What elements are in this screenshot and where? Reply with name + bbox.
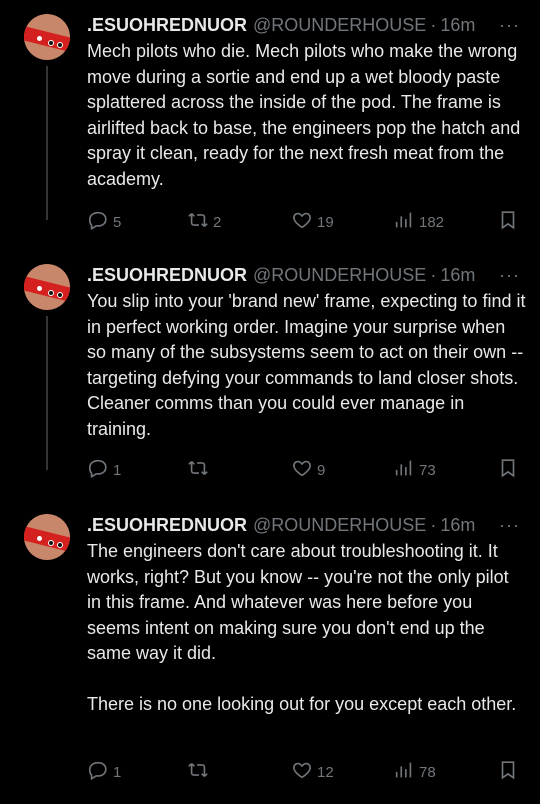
tweet[interactable]: .ESUOHREDNUOR @ROUNDERHOUSE · 16m ··· Yo… [0,264,540,500]
retweet-icon [187,759,209,785]
views-icon [393,759,415,785]
tweet-actions: 1 12 78 [87,761,527,783]
views-button[interactable]: 78 [393,761,436,783]
tweet-body: .ESUOHREDNUOR @ROUNDERHOUSE · 16m ··· Me… [87,14,526,192]
views-icon [393,457,415,483]
tweet-header: .ESUOHREDNUOR @ROUNDERHOUSE · 16m ··· [87,14,526,36]
timestamp[interactable]: 16m [440,14,475,36]
bookmark-icon [497,759,519,785]
tweet[interactable]: .ESUOHREDNUOR @ROUNDERHOUSE · 16m ··· Me… [0,14,540,250]
like-count: 19 [317,213,334,231]
display-name[interactable]: .ESUOHREDNUOR [87,14,247,36]
retweet-count: 2 [213,213,222,231]
reply-icon [87,457,109,483]
separator-dot: · [430,15,437,35]
views-button[interactable]: 182 [393,211,444,233]
retweet-icon [187,209,209,235]
bookmark-button[interactable] [497,211,519,233]
reply-count: 5 [113,213,122,231]
tweet-body: .ESUOHREDNUOR @ROUNDERHOUSE · 16m ··· Th… [87,514,526,718]
separator-dot: · [430,265,437,285]
tweet-text: The engineers don't care about troublesh… [87,541,517,714]
like-icon [291,759,313,785]
user-handle[interactable]: @ROUNDERHOUSE [253,264,426,286]
reply-button[interactable]: 5 [87,211,121,233]
like-count: 12 [317,763,334,781]
bookmark-icon [497,457,519,483]
tweet-actions: 1 9 73 [87,459,527,481]
user-handle[interactable]: @ROUNDERHOUSE [253,14,426,36]
timestamp[interactable]: 16m [440,514,475,536]
bookmark-button[interactable] [497,761,519,783]
thread: .ESUOHREDNUOR @ROUNDERHOUSE · 16m ··· Me… [0,0,540,804]
like-count: 9 [317,461,326,479]
tweet-header: .ESUOHREDNUOR @ROUNDERHOUSE · 16m ··· [87,264,526,286]
like-button[interactable]: 9 [291,459,325,481]
reply-count: 1 [113,763,122,781]
like-button[interactable]: 12 [291,761,334,783]
tweet-actions: 5 2 19 182 [87,211,527,233]
more-icon[interactable]: ··· [499,14,520,36]
user-handle[interactable]: @ROUNDERHOUSE [253,514,426,536]
avatar[interactable] [24,514,70,560]
reply-button[interactable]: 1 [87,761,121,783]
reply-icon [87,209,109,235]
timestamp[interactable]: 16m [440,264,475,286]
tweet-body: .ESUOHREDNUOR @ROUNDERHOUSE · 16m ··· Yo… [87,264,526,442]
more-icon[interactable]: ··· [499,514,520,536]
views-count: 78 [419,763,436,781]
tweet[interactable]: .ESUOHREDNUOR @ROUNDERHOUSE · 16m ··· Th… [0,514,540,804]
views-count: 182 [419,213,445,231]
avatar[interactable] [24,264,70,310]
reply-count: 1 [113,461,122,479]
retweet-button[interactable]: 2 [187,211,221,233]
retweet-icon [187,457,209,483]
avatar[interactable] [24,14,70,60]
reply-button[interactable]: 1 [87,459,121,481]
views-count: 73 [419,461,436,479]
bookmark-button[interactable] [497,459,519,481]
separator-dot: · [430,515,437,535]
tweet-header: .ESUOHREDNUOR @ROUNDERHOUSE · 16m ··· [87,514,526,536]
display-name[interactable]: .ESUOHREDNUOR [87,514,247,536]
like-icon [291,209,313,235]
tweet-text: You slip into your 'brand new' frame, ex… [87,291,526,439]
thread-line [46,316,48,470]
views-icon [393,209,415,235]
views-button[interactable]: 73 [393,459,436,481]
like-icon [291,457,313,483]
like-button[interactable]: 19 [291,211,334,233]
more-icon[interactable]: ··· [499,264,520,286]
tweet-text: Mech pilots who die. Mech pilots who mak… [87,41,521,189]
retweet-button[interactable] [187,761,213,783]
reply-icon [87,759,109,785]
retweet-button[interactable] [187,459,213,481]
thread-line [46,66,48,220]
display-name[interactable]: .ESUOHREDNUOR [87,264,247,286]
bookmark-icon [497,209,519,235]
